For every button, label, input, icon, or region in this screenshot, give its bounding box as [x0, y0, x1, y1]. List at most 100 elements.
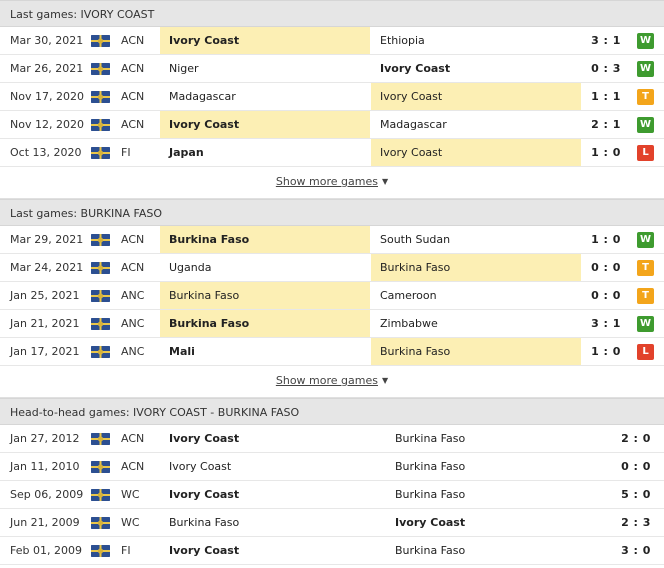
match-score[interactable]: 2 : 3: [612, 509, 660, 536]
match-row[interactable]: Jan 11, 2010 ACN Ivory Coast Burkina Fas…: [0, 453, 664, 481]
home-team[interactable]: Ivory Coast: [160, 481, 386, 508]
home-team[interactable]: Japan: [160, 139, 370, 166]
competition-code: ANC: [121, 317, 145, 330]
competition-flag-icon: [91, 290, 110, 302]
away-team[interactable]: Ivory Coast: [371, 139, 581, 166]
match-date: Jan 25, 2021: [10, 289, 80, 302]
show-more-link[interactable]: Show more games: [276, 175, 378, 188]
away-team[interactable]: Burkina Faso: [371, 254, 581, 281]
match-row[interactable]: Nov 12, 2020 ACN Ivory Coast Madagascar …: [0, 111, 664, 139]
match-row[interactable]: Oct 13, 2020 FI Japan Ivory Coast 1 : 0 …: [0, 139, 664, 167]
match-score[interactable]: 1 : 0: [582, 338, 630, 365]
away-team[interactable]: Burkina Faso: [386, 481, 612, 508]
competition-flag-icon: [91, 545, 110, 557]
competition-flag-icon: [91, 346, 110, 358]
caret-down-icon[interactable]: ▼: [382, 167, 388, 197]
competition-code: ACN: [121, 261, 145, 274]
match-row[interactable]: Jan 25, 2021 ANC Burkina Faso Cameroon 0…: [0, 282, 664, 310]
match-row[interactable]: Jan 27, 2012 ACN Ivory Coast Burkina Fas…: [0, 425, 664, 453]
match-date: Jan 27, 2012: [10, 432, 80, 445]
match-row[interactable]: Mar 30, 2021 ACN Ivory Coast Ethiopia 3 …: [0, 27, 664, 55]
home-team[interactable]: Ivory Coast: [160, 537, 386, 564]
home-team[interactable]: Burkina Faso: [160, 282, 370, 309]
section-title: Last games: IVORY COAST: [0, 0, 664, 27]
match-row[interactable]: Jan 21, 2021 ANC Burkina Faso Zimbabwe 3…: [0, 310, 664, 338]
competition-flag-icon: [91, 63, 110, 75]
result-badge: W: [637, 61, 654, 77]
competition-code: FI: [121, 544, 131, 557]
competition-code: ANC: [121, 345, 145, 358]
match-row[interactable]: Mar 29, 2021 ACN Burkina Faso South Suda…: [0, 226, 664, 254]
match-score[interactable]: 0 : 0: [582, 282, 630, 309]
away-team[interactable]: South Sudan: [371, 226, 581, 253]
match-row[interactable]: Sep 06, 2009 WC Ivory Coast Burkina Faso…: [0, 481, 664, 509]
match-score[interactable]: 1 : 0: [582, 139, 630, 166]
show-more-games: Show more games ▼: [0, 366, 664, 398]
match-date: Jan 11, 2010: [10, 460, 80, 473]
match-score[interactable]: 3 : 1: [582, 310, 630, 337]
home-team[interactable]: Ivory Coast: [160, 453, 386, 480]
away-team[interactable]: Cameroon: [371, 282, 581, 309]
result-badge: T: [637, 288, 654, 304]
home-team[interactable]: Mali: [160, 338, 370, 365]
competition-flag-icon: [91, 119, 110, 131]
result-badge: W: [637, 316, 654, 332]
home-team[interactable]: Burkina Faso: [160, 509, 386, 536]
games-list: Mar 29, 2021 ACN Burkina Faso South Suda…: [0, 226, 664, 366]
match-score[interactable]: 0 : 3: [582, 55, 630, 82]
result-badge: W: [637, 33, 654, 49]
match-date: Mar 30, 2021: [10, 34, 84, 47]
home-team[interactable]: Burkina Faso: [160, 226, 370, 253]
match-score[interactable]: 2 : 1: [582, 111, 630, 138]
home-team[interactable]: Ivory Coast: [160, 27, 370, 54]
match-row[interactable]: Mar 24, 2021 ACN Uganda Burkina Faso 0 :…: [0, 254, 664, 282]
home-team[interactable]: Burkina Faso: [160, 310, 370, 337]
competition-code: ACN: [121, 62, 145, 75]
competition-flag-icon: [91, 318, 110, 330]
away-team[interactable]: Burkina Faso: [371, 338, 581, 365]
match-score[interactable]: 5 : 0: [612, 481, 660, 508]
section-title: Last games: BURKINA FASO: [0, 199, 664, 226]
match-score[interactable]: 0 : 0: [582, 254, 630, 281]
result-badge: W: [637, 117, 654, 133]
away-team[interactable]: Ivory Coast: [371, 55, 581, 82]
home-team[interactable]: Niger: [160, 55, 370, 82]
competition-flag-icon: [91, 461, 110, 473]
competition-code: ACN: [121, 460, 145, 473]
home-team[interactable]: Ivory Coast: [160, 111, 370, 138]
competition-flag-icon: [91, 91, 110, 103]
match-score[interactable]: 2 : 0: [612, 425, 660, 452]
away-team[interactable]: Zimbabwe: [371, 310, 581, 337]
match-score[interactable]: 1 : 0: [582, 226, 630, 253]
match-score[interactable]: 0 : 0: [612, 453, 660, 480]
away-team[interactable]: Burkina Faso: [386, 453, 612, 480]
competition-code: ACN: [121, 118, 145, 131]
section-burkina-faso: Last games: BURKINA FASO Mar 29, 2021 AC…: [0, 199, 664, 398]
competition-flag-icon: [91, 35, 110, 47]
away-team[interactable]: Burkina Faso: [386, 425, 612, 452]
home-team[interactable]: Uganda: [160, 254, 370, 281]
match-score[interactable]: 3 : 0: [612, 537, 660, 564]
away-team[interactable]: Burkina Faso: [386, 537, 612, 564]
match-row[interactable]: Jan 17, 2021 ANC Mali Burkina Faso 1 : 0…: [0, 338, 664, 366]
games-list: Mar 30, 2021 ACN Ivory Coast Ethiopia 3 …: [0, 27, 664, 167]
match-row[interactable]: Nov 17, 2020 ACN Madagascar Ivory Coast …: [0, 83, 664, 111]
match-row[interactable]: Jun 21, 2009 WC Burkina Faso Ivory Coast…: [0, 509, 664, 537]
match-score[interactable]: 3 : 1: [582, 27, 630, 54]
result-badge: L: [637, 145, 654, 161]
match-row[interactable]: Feb 01, 2009 FI Ivory Coast Burkina Faso…: [0, 537, 664, 565]
away-team[interactable]: Madagascar: [371, 111, 581, 138]
home-team[interactable]: Madagascar: [160, 83, 370, 110]
show-more-games: Show more games ▼: [0, 167, 664, 199]
away-team[interactable]: Ivory Coast: [371, 83, 581, 110]
competition-flag-icon: [91, 147, 110, 159]
home-team[interactable]: Ivory Coast: [160, 425, 386, 452]
show-more-link[interactable]: Show more games: [276, 374, 378, 387]
away-team[interactable]: Ethiopia: [371, 27, 581, 54]
match-row[interactable]: Mar 26, 2021 ACN Niger Ivory Coast 0 : 3…: [0, 55, 664, 83]
away-team[interactable]: Ivory Coast: [386, 509, 612, 536]
match-date: Nov 12, 2020: [10, 118, 84, 131]
match-score[interactable]: 1 : 1: [582, 83, 630, 110]
caret-down-icon[interactable]: ▼: [382, 366, 388, 396]
section-title: Head-to-head games: IVORY COAST - BURKIN…: [0, 398, 664, 425]
